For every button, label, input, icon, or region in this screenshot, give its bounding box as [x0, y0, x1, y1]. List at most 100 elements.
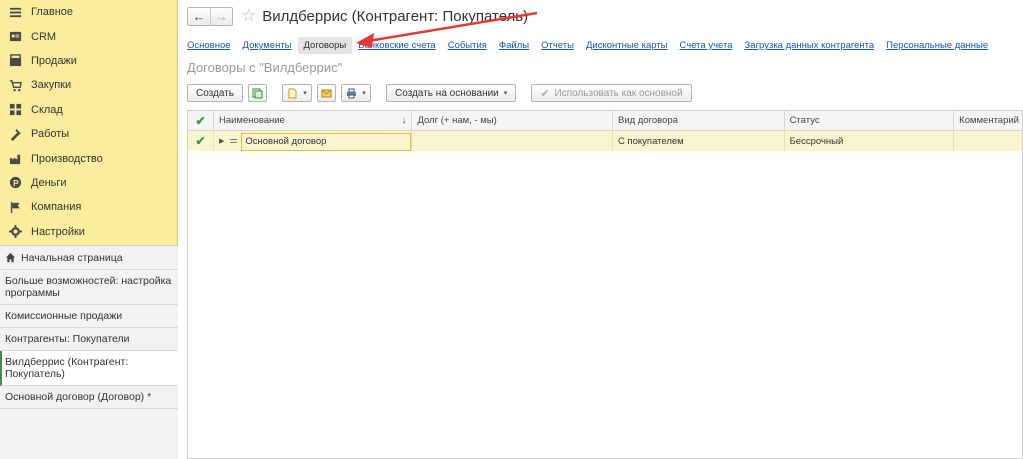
chevron-down-icon: ▾ — [503, 90, 508, 97]
row-status-cell: Бессрочный — [785, 131, 955, 151]
create-based-on-label: Создать на основании — [395, 87, 499, 99]
tab-reports[interactable]: Отчеты — [541, 40, 574, 51]
crm-icon — [8, 30, 22, 44]
column-header-status[interactable]: Статус — [785, 111, 955, 130]
use-as-main-button[interactable]: ✔ Использовать как основной — [531, 84, 692, 102]
favorite-star-icon[interactable]: ☆ — [241, 6, 256, 26]
column-header-main-flag[interactable]: ✔ — [188, 111, 214, 130]
open-window-home[interactable]: Начальная страница — [0, 246, 178, 270]
mail-button[interactable] — [317, 84, 337, 102]
page-title: Вилдберрис (Контрагент: Покупатель) — [262, 7, 529, 25]
sidebar-item-label: Работы — [31, 128, 70, 141]
open-window-label: Комиссионные продажи — [5, 310, 123, 322]
selected-cell[interactable]: Основной договор — [241, 132, 412, 151]
tab-contracts[interactable]: Договоры — [297, 37, 353, 54]
tab-bank-accounts[interactable]: Банковские счета — [358, 40, 435, 51]
sections-panel: Главное CRM Продажи Закупки Склад Работы… — [0, 0, 177, 244]
column-header-debt[interactable]: Долг (+ нам, - мы) — [412, 111, 613, 130]
sidebar-item-label: CRM — [31, 30, 57, 43]
open-window-label: Контрагенты: Покупатели — [5, 333, 130, 345]
row-debt-cell — [412, 131, 613, 151]
create-button[interactable]: Создать — [187, 84, 244, 102]
sidebar-item-company[interactable]: Компания — [0, 195, 177, 219]
sidebar-item-sales[interactable]: Продажи — [0, 49, 177, 73]
purchases-icon — [8, 78, 22, 92]
tab-accounting[interactable]: Счета учета — [680, 40, 733, 51]
tab-files[interactable]: Файлы — [499, 40, 529, 51]
tab-discount-cards[interactable]: Дисконтные карты — [586, 40, 668, 51]
print-button[interactable]: ▾ — [341, 84, 372, 102]
open-window-counterparties[interactable]: Контрагенты: Покупатели — [0, 328, 178, 351]
sidebar-item-warehouse[interactable]: Склад — [0, 98, 177, 122]
sidebar-item-label: Склад — [31, 103, 63, 116]
open-window-label: Начальная страница — [21, 251, 123, 264]
sidebar-item-works[interactable]: Работы — [0, 122, 177, 146]
tab-events[interactable]: События — [448, 40, 487, 51]
sidebar-item-money[interactable]: P Деньги — [0, 171, 177, 195]
forward-button[interactable]: → — [210, 7, 232, 25]
sidebar: Главное CRM Продажи Закупки Склад Работы… — [0, 0, 178, 459]
tab-load-data[interactable]: Загрузка данных контрагента — [745, 40, 875, 51]
tab-documents[interactable]: Документы — [243, 40, 292, 51]
table-row[interactable]: ✔ ▶ Основной договор С покупателем Бесср… — [188, 131, 1022, 151]
tab-personal-data[interactable]: Персональные данные — [886, 40, 988, 51]
checkmark-icon: ✔ — [195, 113, 206, 128]
sidebar-item-label: Производство — [31, 152, 103, 165]
attach-button[interactable]: ▾ — [282, 84, 313, 102]
open-window-wildberries[interactable]: Вилдберрис (Контрагент: Покупатель) — [0, 351, 178, 386]
chevron-down-icon: ▾ — [303, 90, 307, 97]
printer-icon — [347, 88, 357, 98]
sidebar-item-purchases[interactable]: Закупки — [0, 73, 177, 97]
item-marker-icon — [230, 139, 238, 143]
tools-icon — [8, 127, 22, 141]
title-bar: ← → ☆ Вилдберрис (Контрагент: Покупатель… — [187, 6, 528, 26]
section-subtitle: Договоры с "Вилдберрис" — [187, 60, 343, 75]
svg-text:P: P — [13, 178, 19, 188]
column-header-comment[interactable]: Комментарий — [954, 111, 1022, 130]
open-window-label: Основной договор (Договор) * — [5, 391, 152, 403]
column-header-contract-kind[interactable]: Вид договора — [613, 111, 785, 130]
sidebar-item-label: Компания — [31, 201, 82, 214]
open-window-label: Вилдберрис (Контрагент: Покупатель) — [5, 356, 129, 380]
sidebar-item-label: Деньги — [31, 176, 67, 189]
nav-buttons: ← → — [187, 6, 233, 26]
sidebar-item-settings[interactable]: Настройки — [0, 220, 177, 244]
back-button[interactable]: ← — [188, 8, 210, 25]
sort-arrow-icon: ↓ — [401, 115, 407, 126]
contracts-table: ✔ Наименование ↓ Долг (+ нам, - мы) Вид … — [187, 110, 1023, 459]
open-windows-panel: Начальная страница Больше возможностей: … — [0, 245, 178, 459]
toolbar: Создать ▾ ▾ Создать на основании ▾ ✔ Исп… — [187, 84, 697, 102]
copy-icon — [252, 88, 263, 98]
sidebar-item-label: Продажи — [31, 54, 77, 67]
home-icon — [5, 252, 16, 263]
factory-icon — [8, 152, 22, 166]
flag-icon — [8, 200, 22, 214]
tab-main[interactable]: Основное — [187, 40, 231, 51]
document-icon — [288, 88, 297, 98]
column-header-name[interactable]: Наименование ↓ — [214, 111, 413, 130]
row-name-cell[interactable]: ▶ Основной договор — [214, 131, 413, 151]
chevron-down-icon: ▾ — [362, 90, 366, 97]
row-comment-cell — [954, 131, 1022, 151]
sidebar-item-crm[interactable]: CRM — [0, 24, 177, 48]
checkmark-icon: ✔ — [540, 87, 550, 100]
gear-icon — [8, 225, 22, 239]
warehouse-icon — [8, 103, 22, 117]
tabs-bar: Основное Документы Договоры Банковские с… — [187, 37, 1000, 54]
open-window-commission-sales[interactable]: Комиссионные продажи — [0, 305, 178, 328]
open-window-more-features[interactable]: Больше возможностей: настройка программы — [0, 270, 178, 305]
contract-name: Основной договор — [245, 136, 327, 147]
sidebar-item-production[interactable]: Производство — [0, 146, 177, 170]
open-window-main-contract[interactable]: Основной договор (Договор) * — [0, 386, 178, 409]
mail-icon — [321, 89, 332, 97]
create-based-on-button[interactable]: Создать на основании ▾ — [386, 84, 517, 102]
money-icon: P — [8, 176, 22, 190]
sidebar-item-main[interactable]: Главное — [0, 0, 177, 24]
sidebar-item-label: Главное — [31, 6, 74, 19]
checkmark-icon: ✔ — [195, 134, 206, 148]
use-as-main-label: Использовать как основной — [554, 87, 683, 99]
table-header: ✔ Наименование ↓ Долг (+ нам, - мы) Вид … — [188, 111, 1022, 131]
tree-expand-control[interactable]: ▶ — [219, 137, 238, 145]
copy-button[interactable] — [248, 84, 268, 102]
sidebar-item-label: Настройки — [31, 225, 85, 238]
